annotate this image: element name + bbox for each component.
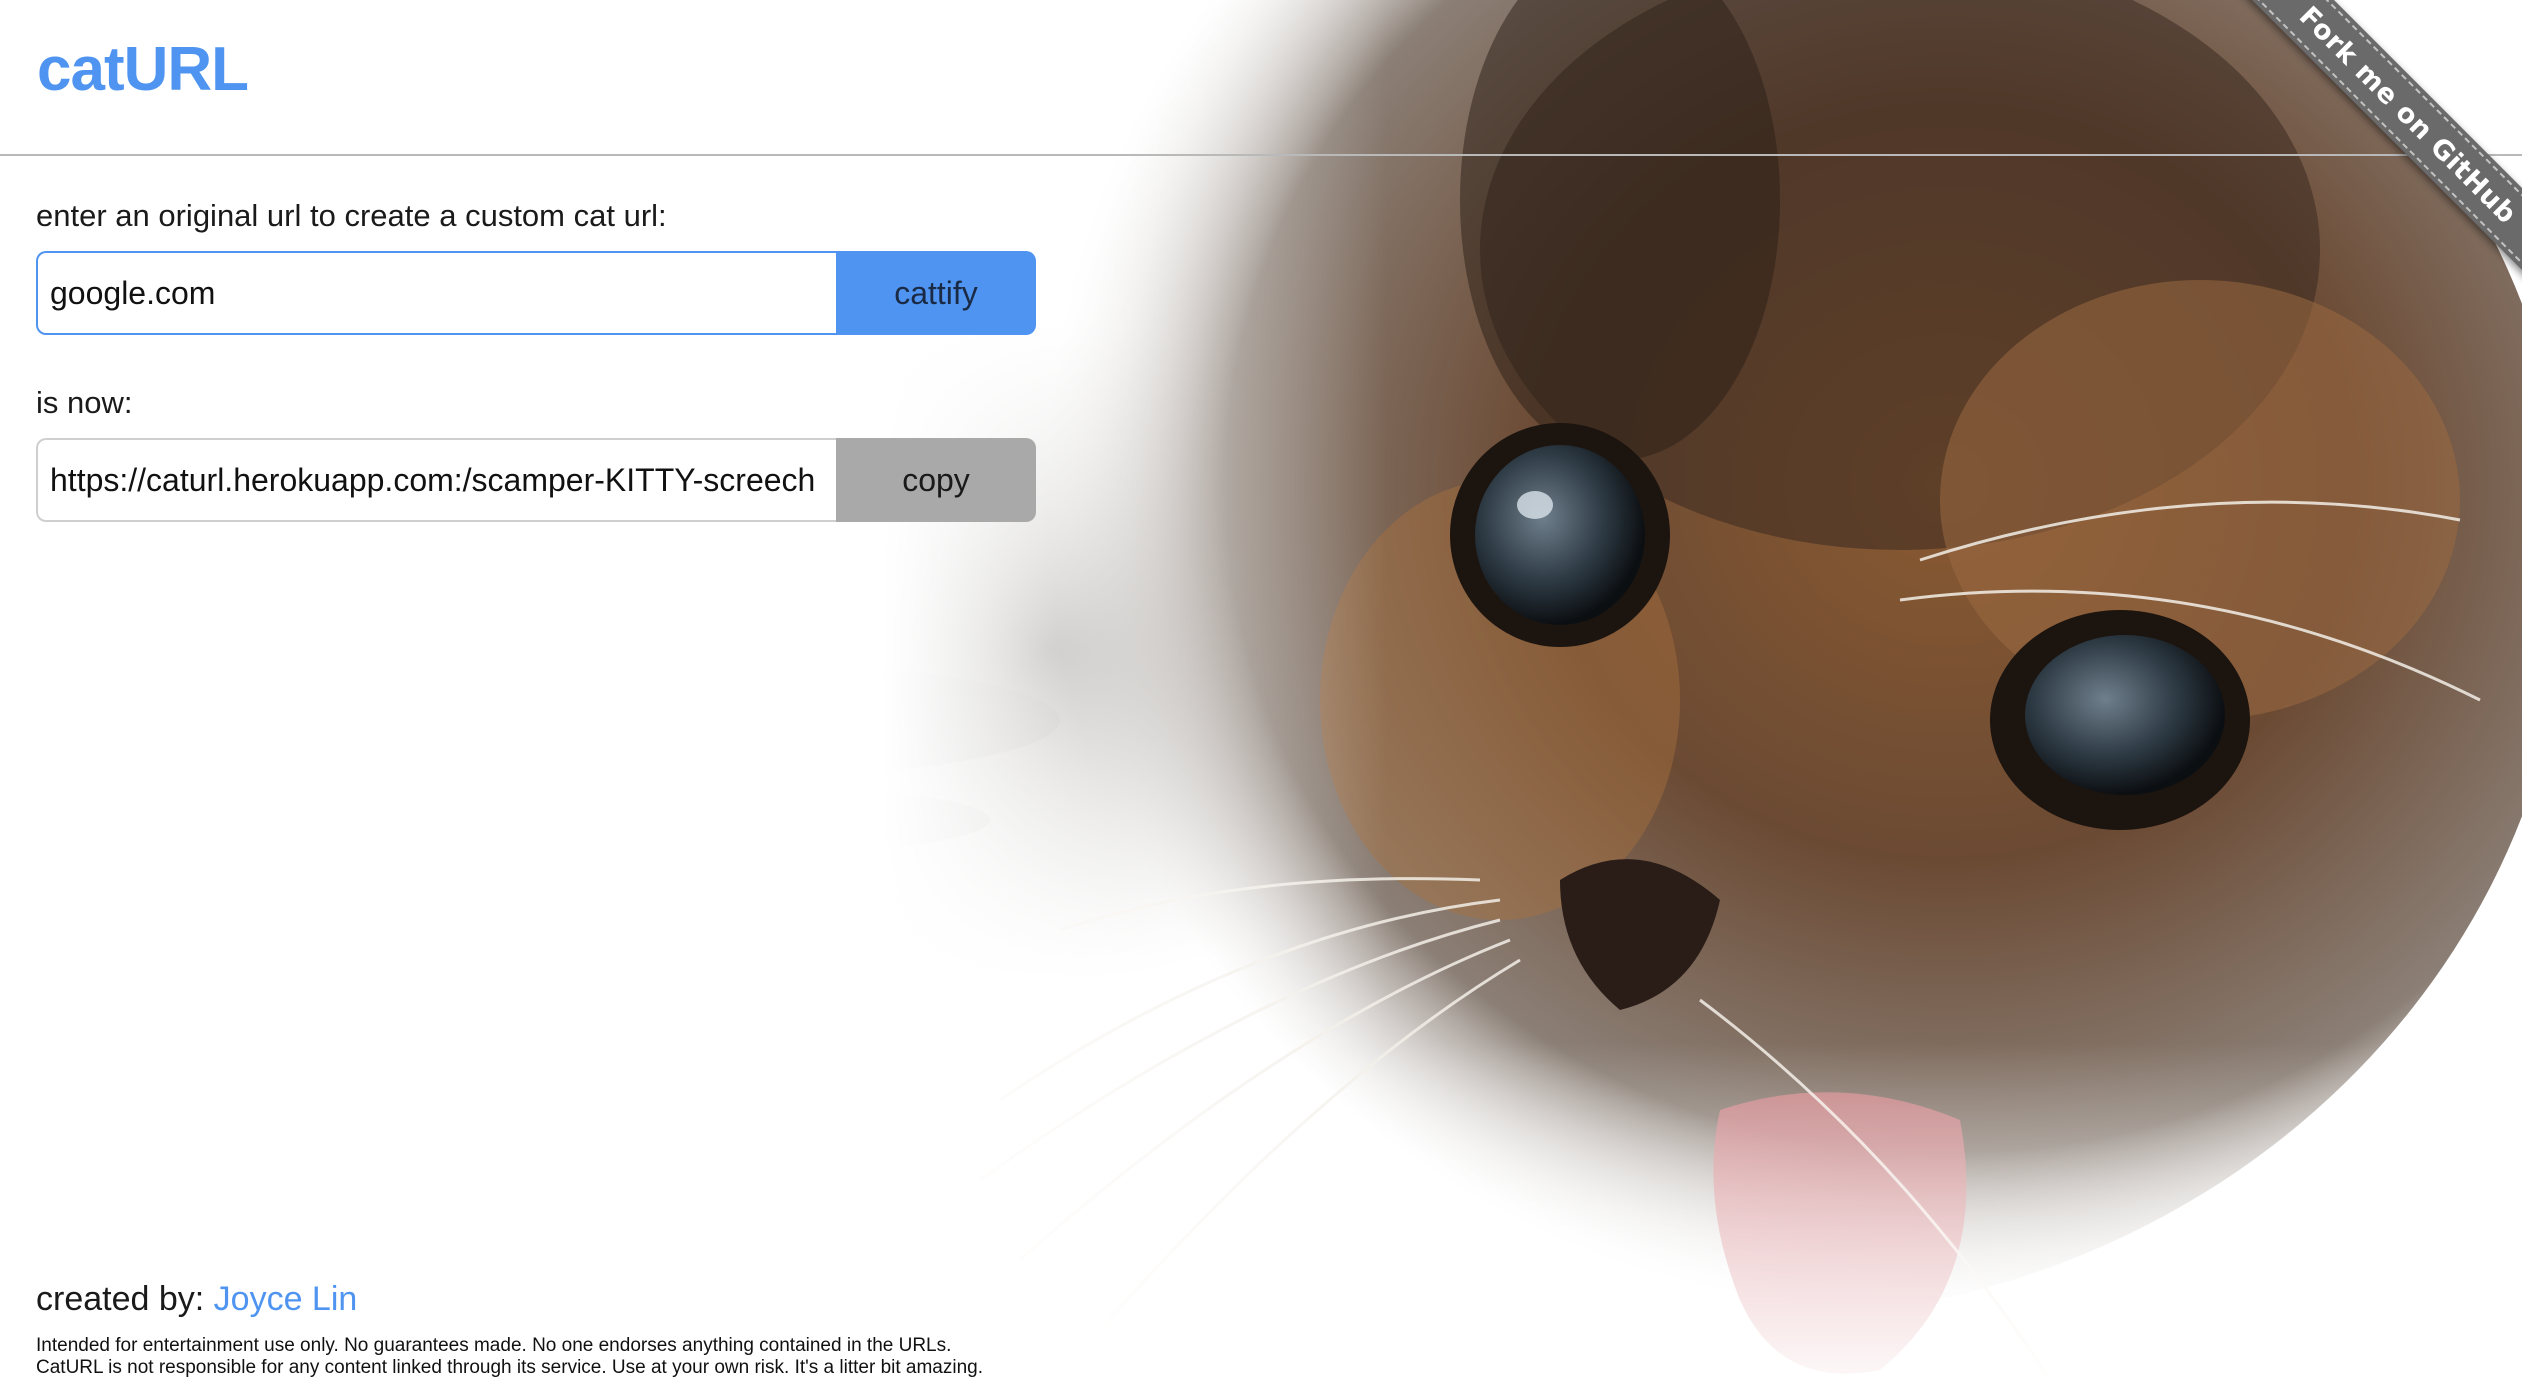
page: catURL Fork me on GitHub enter an origin… [0, 0, 2522, 1390]
disclaimer-line-2: CatURL is not responsible for any conten… [36, 1357, 984, 1378]
result-url-row: copy [36, 438, 1036, 522]
header: catURL [0, 0, 2522, 156]
fork-on-github-ribbon[interactable]: Fork me on GitHub [2239, 0, 2522, 284]
result-label: is now: [36, 385, 133, 420]
result-url-field[interactable] [36, 438, 836, 522]
url-form: enter an original url to create a custom… [36, 200, 1036, 522]
copy-button[interactable]: copy [836, 438, 1036, 522]
fork-on-github-label: Fork me on GitHub [2247, 0, 2522, 276]
github-ribbon-container: Fork me on GitHub [2222, 0, 2522, 300]
footer: created by: Joyce Lin Intended for enter… [36, 1280, 1136, 1379]
original-url-row: cattify [36, 251, 1036, 335]
cattify-button[interactable]: cattify [836, 251, 1036, 335]
disclaimer: Intended for entertainment use only. No … [36, 1335, 1136, 1379]
created-by-label: created by: [36, 1280, 205, 1318]
original-url-input[interactable] [36, 251, 836, 335]
disclaimer-line-1: Intended for entertainment use only. No … [36, 1335, 952, 1356]
app-title[interactable]: catURL [37, 34, 249, 105]
author-link[interactable]: Joyce Lin [214, 1280, 358, 1318]
original-url-label: enter an original url to create a custom… [36, 198, 667, 233]
credit-line: created by: Joyce Lin [36, 1280, 1136, 1319]
